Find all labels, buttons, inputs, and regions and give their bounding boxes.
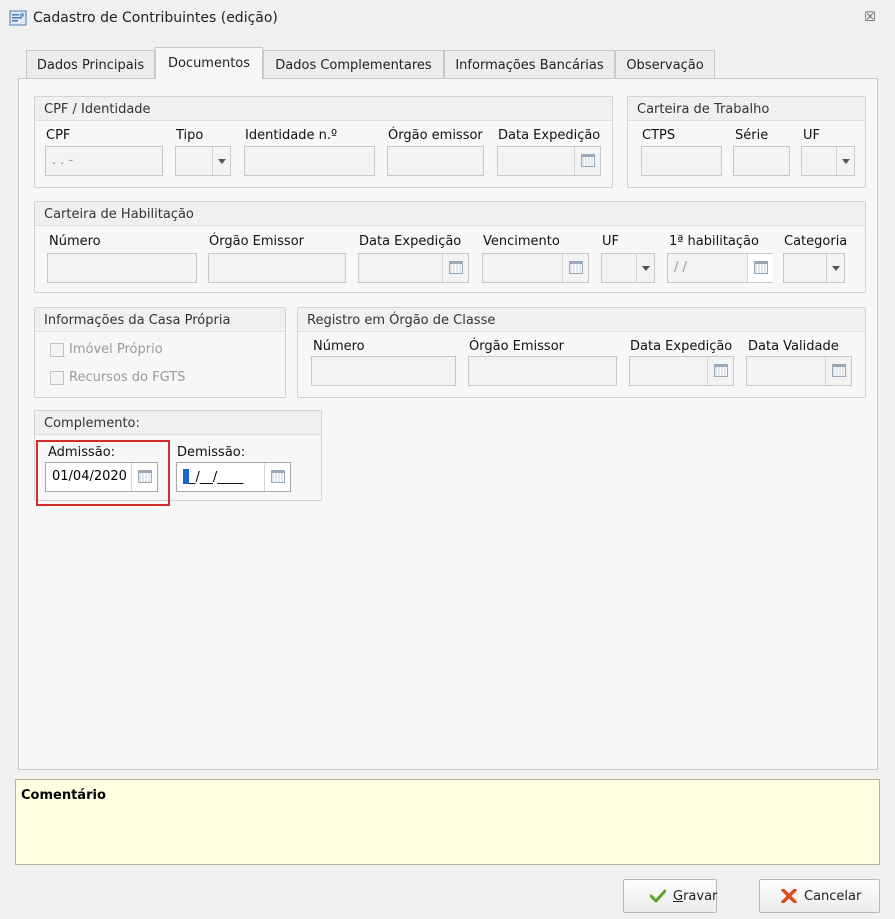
calendar-icon [714,364,728,377]
classe-orgao-field[interactable] [468,356,617,386]
cancel-button[interactable]: Cancelar [759,879,880,913]
chevron-down-icon[interactable] [836,147,854,175]
cnh-categoria-select[interactable] [783,253,845,283]
close-icon[interactable]: ☒ [863,11,877,26]
cnh-numero-field[interactable] [47,253,197,283]
cnh-uf-select[interactable] [601,253,655,283]
cpf-field[interactable]: . . - [45,146,163,176]
comment-label: Comentário [21,788,106,803]
calendar-button[interactable] [562,254,588,282]
cnh-data-expedicao-label: Data Expedição [359,234,462,249]
demissao-field[interactable]: _/__/____ [176,462,291,492]
classe-orgao-label: Órgão Emissor [469,339,564,354]
identidade-field[interactable] [244,146,375,176]
tab-documentos[interactable]: Documentos [155,47,263,79]
tab-dados-complementares[interactable]: Dados Complementares [263,50,444,78]
orgao-emissor-label: Órgão emissor [388,128,483,143]
calendar-button[interactable] [574,147,600,175]
comment-area[interactable]: Comentário [15,779,880,865]
cnh-orgao-label: Órgão Emissor [209,234,304,249]
x-icon [781,889,797,903]
cnh-orgao-field[interactable] [208,253,346,283]
chevron-down-icon[interactable] [212,147,230,175]
calendar-button[interactable] [825,357,851,385]
ctps-label: CTPS [642,128,676,143]
classe-data-expedicao-field[interactable] [629,356,734,386]
window-title: Cadastro de Contribuintes (edição) [33,10,278,26]
classe-data-expedicao-label: Data Expedição [630,339,733,354]
calendar-button[interactable] [747,254,773,282]
tab-informacoes-bancarias[interactable]: Informações Bancárias [444,50,615,78]
group-title: Informações da Casa Própria [44,313,231,328]
checkmark-icon [650,889,666,903]
group-title: Carteira de Trabalho [637,102,770,117]
tipo-select[interactable] [175,146,231,176]
tipo-label: Tipo [176,128,204,143]
admissao-highlight-box [36,440,170,506]
data-expedicao-label: Data Expedição [498,128,601,143]
calendar-button[interactable] [442,254,468,282]
chevron-down-icon[interactable] [826,254,844,282]
demissao-label: Demissão: [177,445,246,460]
cpf-label: CPF [46,128,71,143]
imovel-proprio-checkbox[interactable] [50,343,64,357]
classe-numero-field[interactable] [311,356,456,386]
classe-numero-label: Número [313,339,365,354]
calendar-icon [449,261,463,274]
uf-ctps-select[interactable] [801,146,855,176]
title-bar: Cadastro de Contribuintes (edição) ☒ [0,0,895,36]
recursos-fgts-label: Recursos do FGTS [69,370,186,385]
orgao-emissor-field[interactable] [387,146,484,176]
chevron-down-icon[interactable] [636,254,654,282]
tab-observacao[interactable]: Observação [615,50,715,78]
calendar-button[interactable] [707,357,733,385]
ctps-field[interactable] [641,146,722,176]
calendar-button[interactable] [264,463,290,491]
identidade-label: Identidade n.º [245,128,338,143]
recursos-fgts-checkbox[interactable] [50,371,64,385]
calendar-icon [754,261,768,274]
cancel-button-label: Cancelar [804,889,862,904]
calendar-icon [271,470,285,483]
tab-dados-principais[interactable]: Dados Principais [26,50,155,78]
classe-data-validade-field[interactable] [746,356,852,386]
calendar-icon [569,261,583,274]
cnh-categoria-label: Categoria [784,234,848,249]
group-title: CPF / Identidade [44,102,151,117]
cnh-data-expedicao-field[interactable] [358,253,469,283]
calendar-icon [832,364,846,377]
serie-field[interactable] [733,146,790,176]
group-title: Complemento: [44,416,140,431]
demissao-value: _/__/____ [189,470,244,485]
group-title: Registro em Órgão de Classe [307,313,496,328]
uf-ctps-label: UF [803,128,820,143]
cnh-primeira-label: 1ª habilitação [669,234,759,249]
classe-data-validade-label: Data Validade [748,339,839,354]
cnh-numero-label: Número [49,234,101,249]
cnh-vencimento-label: Vencimento [483,234,560,249]
serie-label: Série [735,128,769,143]
imovel-proprio-label: Imóvel Próprio [69,342,163,357]
form-icon [9,10,27,26]
cnh-uf-label: UF [602,234,619,249]
save-button-label: Gravar [673,889,718,904]
data-expedicao-field[interactable] [497,146,601,176]
group-title: Carteira de Habilitação [44,207,194,222]
save-button[interactable]: Gravar [623,879,717,913]
cnh-vencimento-field[interactable] [482,253,589,283]
calendar-icon [581,154,595,167]
